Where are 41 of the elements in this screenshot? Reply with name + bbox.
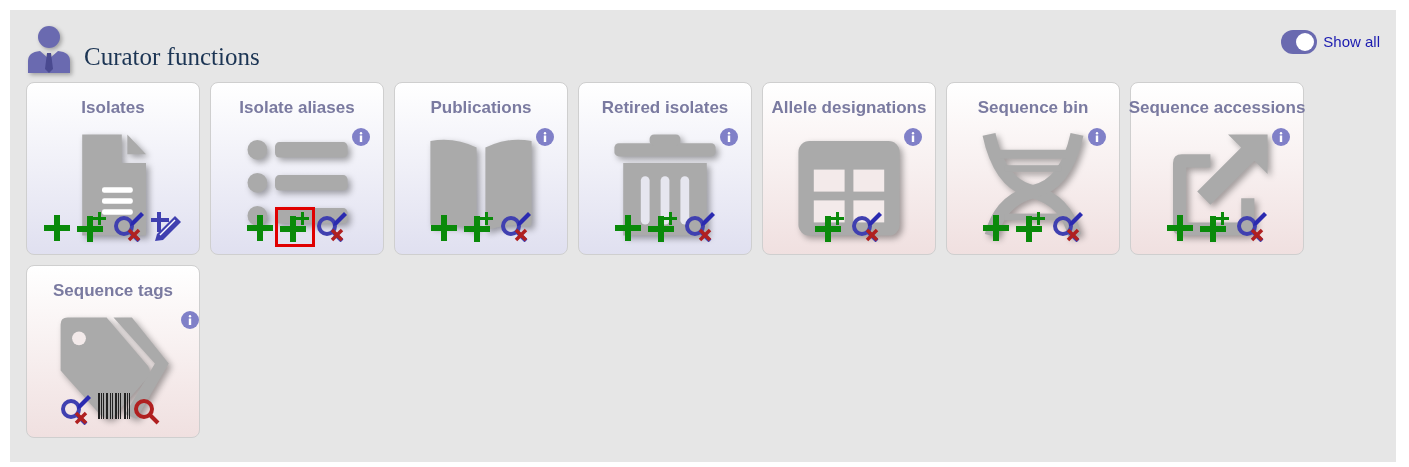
search-edit-icon	[851, 209, 883, 242]
info-icon[interactable]	[720, 127, 738, 146]
search-edit-icon	[1236, 209, 1268, 242]
batch-add-icon	[280, 211, 310, 242]
card-title[interactable]: Sequence accessions	[1128, 97, 1306, 118]
info-icon[interactable]	[1088, 127, 1106, 146]
info-icon[interactable]	[536, 127, 554, 146]
info-icon[interactable]	[352, 127, 370, 146]
info-icon[interactable]	[904, 127, 922, 146]
search-edit-icon	[1052, 209, 1084, 242]
add-icon	[614, 213, 642, 242]
info-icon[interactable]	[1272, 127, 1290, 146]
card-title[interactable]: Allele designations	[771, 97, 927, 118]
search-edit-icon	[316, 209, 348, 242]
add-icon	[982, 213, 1010, 242]
add-icon	[430, 213, 458, 242]
add-icon	[1166, 213, 1194, 242]
card-title[interactable]: Isolate aliases	[239, 97, 355, 118]
show-all-label[interactable]: Show all	[1323, 30, 1380, 54]
show-all-toggle[interactable]	[1281, 30, 1318, 54]
batch-add-icon	[648, 211, 678, 242]
search-edit-icon	[60, 392, 92, 425]
batch-edit-icon	[151, 209, 183, 242]
card-title[interactable]: Retired isolates	[601, 97, 729, 118]
search-edit-icon	[500, 209, 532, 242]
card-title[interactable]: Publications	[430, 97, 532, 118]
card-title[interactable]: Sequence bin	[977, 97, 1089, 118]
page-title: Curator functions	[84, 42, 260, 72]
add-icon	[246, 213, 274, 242]
batch-add-icon	[77, 211, 107, 242]
add-icon	[43, 213, 71, 242]
user-icon	[26, 24, 72, 75]
batch-add-icon	[1200, 211, 1230, 242]
search-edit-icon	[684, 209, 716, 242]
search-edit-icon	[113, 209, 145, 242]
batch-add-icon	[1016, 211, 1046, 242]
batch-add-icon	[464, 211, 494, 242]
card-title[interactable]: Isolates	[81, 97, 145, 118]
card-title[interactable]: Sequence tags	[53, 280, 173, 301]
info-icon[interactable]	[180, 310, 199, 329]
batch-add-icon	[815, 211, 845, 242]
